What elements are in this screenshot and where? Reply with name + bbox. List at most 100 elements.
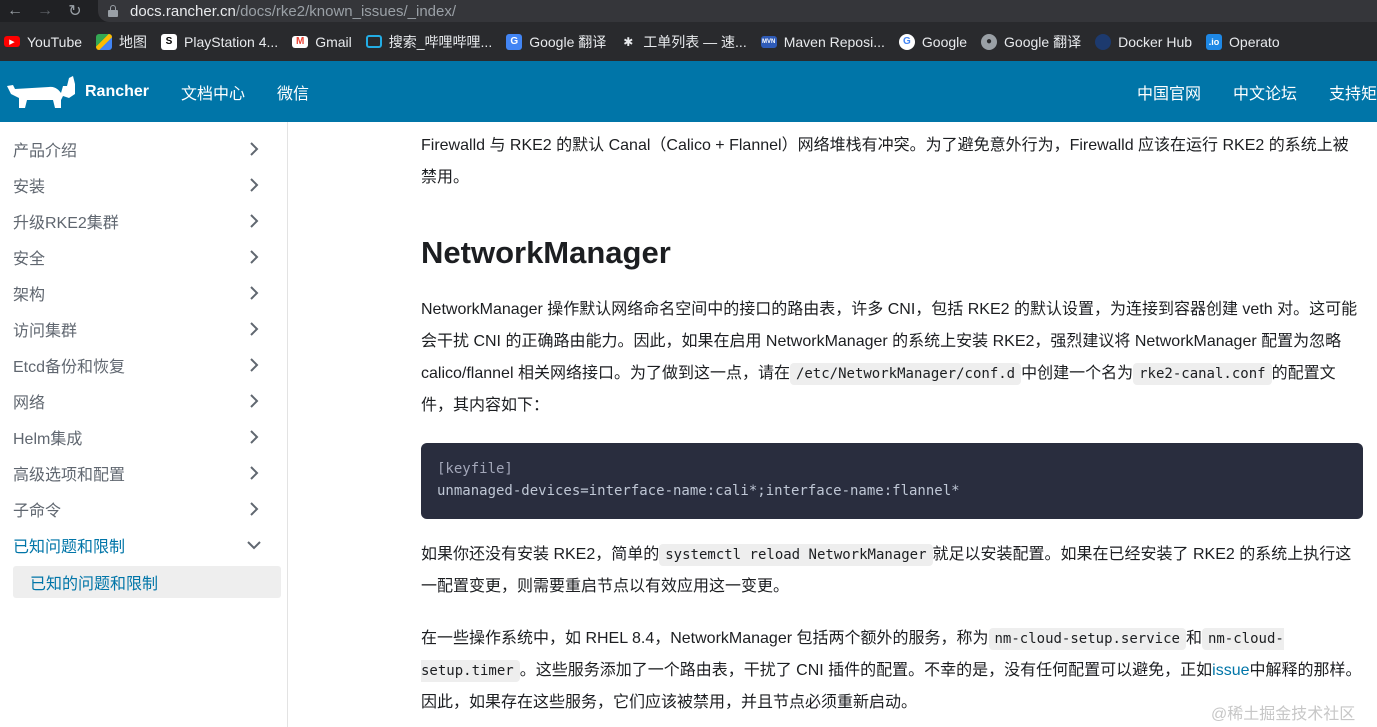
sidebar-item-label: 架构 — [13, 287, 46, 304]
translate-icon: G — [506, 33, 523, 50]
sidebar-item-known-issues[interactable]: 已知问题和限制 — [0, 527, 287, 563]
youtube-icon: ▶ — [4, 36, 20, 47]
bookmark-label: 工单列表 — 速... — [643, 33, 747, 50]
sidebar-subitem-known-issues[interactable]: 已知的问题和限制 — [13, 566, 281, 598]
sidebar-item-architecture[interactable]: 架构 — [0, 275, 287, 311]
code-line: unmanaged-devices=interface-name:cali*;i… — [437, 483, 960, 499]
chevron-right-icon — [250, 466, 259, 480]
rancher-logo-icon[interactable] — [5, 72, 77, 112]
text-span: 如果你还没有安装 RKE2，简单的 — [421, 546, 660, 563]
inline-code-conf-dir: /etc/NetworkManager/conf.d — [789, 363, 1022, 385]
chevron-right-icon — [250, 394, 259, 408]
text-span: 。这些服务添加了一个路由表，干扰了 CNI 插件的配置。不幸的是，没有任何配置可… — [519, 662, 1213, 679]
bookmark-label: 地图 — [119, 33, 148, 50]
chevron-right-icon — [250, 358, 259, 372]
sidebar-item-label: 访问集群 — [13, 323, 78, 340]
bookmark-label: Docker Hub — [1118, 33, 1193, 50]
sidebar-item-label: 安全 — [13, 251, 46, 268]
bookmark-label: PlayStation 4... — [184, 33, 279, 50]
inline-code-reload: systemctl reload NetworkManager — [659, 544, 933, 566]
operatorhub-icon: .io — [1206, 33, 1223, 50]
maven-icon: MVN — [760, 35, 777, 48]
paragraph-firewalld: Firewalld 与 RKE2 的默认 Canal（Calico + Flan… — [421, 137, 1349, 186]
chevron-right-icon — [250, 178, 259, 192]
chevron-right-icon — [250, 286, 259, 300]
sidebar-item-advanced[interactable]: 高级选项和配置 — [0, 455, 287, 491]
paragraph-reload: 如果你还没有安装 RKE2，简单的 systemctl reload Networ… — [421, 539, 1363, 603]
bookmark-bilibili[interactable]: 搜索_哔哩哔哩... — [365, 32, 493, 52]
bookmark-label: YouTube — [27, 33, 83, 50]
sidebar-item-helm[interactable]: Helm集成 — [0, 419, 287, 455]
chevron-right-icon — [250, 322, 259, 336]
sidebar-item-access-cluster[interactable]: 访问集群 — [0, 311, 287, 347]
bookmark-label: 搜索_哔哩哔哩... — [388, 33, 493, 50]
bookmarks-bar: ▶ YouTube 地图 S PlayStation 4... M Gmail … — [0, 22, 1377, 61]
bookmark-playstation[interactable]: S PlayStation 4... — [161, 33, 279, 50]
nav-docs-center[interactable]: 文档中心 — [181, 80, 245, 104]
sidebar-item-label: Helm集成 — [13, 431, 83, 448]
bookmark-label: Maven Reposi... — [783, 33, 885, 50]
gmail-icon: M — [292, 35, 309, 48]
docker-icon — [1095, 33, 1112, 50]
chevron-right-icon — [250, 430, 259, 444]
ticket-icon: ✱ — [623, 34, 634, 49]
playstation-icon: S — [161, 33, 178, 50]
bookmark-google[interactable]: G Google — [898, 33, 967, 50]
bookmark-label: Google 翻译 — [1004, 33, 1082, 50]
chevron-right-icon — [250, 214, 259, 228]
sidebar-item-label: 产品介绍 — [13, 143, 78, 160]
back-arrow-icon[interactable]: ← — [0, 0, 30, 22]
bookmark-operatorhub[interactable]: .io Operato — [1206, 33, 1280, 50]
sidebar-item-install[interactable]: 安装 — [0, 167, 287, 203]
address-bar[interactable]: docs.rancher.cn/docs/rke2/known_issues/_… — [98, 0, 1377, 22]
watermark: @稀土掘金技术社区 — [1211, 706, 1356, 723]
nav-official-site[interactable]: 中国官网 — [1137, 80, 1201, 104]
sidebar-item-network[interactable]: 网络 — [0, 383, 287, 419]
browser-toolbar: ← → ↻ docs.rancher.cn/docs/rke2/known_is… — [0, 0, 1377, 22]
bookmark-youtube[interactable]: ▶ YouTube — [4, 34, 82, 50]
reload-icon[interactable]: ↻ — [60, 0, 90, 22]
sidebar-item-upgrade[interactable]: 升级RKE2集群 — [0, 203, 287, 239]
bookmark-google-translate[interactable]: G Google 翻译 — [506, 32, 606, 52]
bookmark-label: Google 翻译 — [529, 33, 607, 50]
nav-support-matrix[interactable]: 支持矩 — [1329, 80, 1377, 104]
site-header: Rancher 文档中心 微信 中国官网 中文论坛 支持矩 — [0, 61, 1377, 122]
globe-icon: ● — [981, 33, 998, 50]
brand-name[interactable]: Rancher — [85, 83, 149, 101]
code-block-keyfile[interactable]: [keyfile] unmanaged-devices=interface-na… — [421, 443, 1363, 519]
bookmark-maps[interactable]: 地图 — [96, 32, 147, 52]
chevron-right-icon — [250, 142, 259, 156]
issue-link[interactable]: issue — [1212, 662, 1249, 679]
text-span: 和 — [1185, 630, 1202, 647]
sidebar-item-etcd-backup[interactable]: Etcd备份和恢复 — [0, 347, 287, 383]
code-line: [keyfile] — [437, 461, 513, 477]
sidebar-item-label: 高级选项和配置 — [13, 467, 126, 484]
paragraph-networkmanager: NetworkManager 操作默认网络命名空间中的接口的路由表，许多 CNI… — [421, 294, 1363, 422]
sidebar-item-label: 安装 — [13, 179, 46, 196]
bookmark-tickets[interactable]: ✱ 工单列表 — 速... — [620, 32, 746, 52]
nav-forum[interactable]: 中文论坛 — [1233, 80, 1297, 104]
bookmark-maven[interactable]: MVN Maven Reposi... — [760, 33, 885, 50]
lock-icon — [108, 5, 118, 17]
bookmark-docker-hub[interactable]: Docker Hub — [1095, 33, 1193, 50]
nav-wechat[interactable]: 微信 — [277, 80, 309, 104]
chevron-down-icon — [247, 541, 261, 550]
inline-code-conf-file: rke2-canal.conf — [1133, 363, 1272, 385]
sidebar-item-security[interactable]: 安全 — [0, 239, 287, 275]
sidebar-item-label: Etcd备份和恢复 — [13, 359, 126, 376]
maps-icon — [96, 33, 113, 50]
bookmark-gmail[interactable]: M Gmail — [292, 34, 352, 50]
sidebar-item-label: 网络 — [13, 395, 46, 412]
text-span: 在一些操作系统中，如 RHEL 8.4，NetworkManager 包括两个额… — [421, 630, 989, 647]
forward-arrow-icon[interactable]: → — [30, 0, 60, 22]
google-icon: G — [898, 33, 915, 50]
sidebar-item-subcommands[interactable]: 子命令 — [0, 491, 287, 527]
bookmark-google-translate-2[interactable]: ● Google 翻译 — [981, 32, 1081, 52]
sidebar-subitem-label: 已知的问题和限制 — [30, 576, 159, 593]
sidebar-item-intro[interactable]: 产品介绍 — [0, 131, 287, 167]
bookmark-label: Gmail — [315, 33, 352, 50]
url-host: docs.rancher.cn — [130, 2, 236, 20]
sidebar-item-label: 已知问题和限制 — [13, 539, 126, 556]
text-span: 中创建一个名为 — [1021, 365, 1134, 382]
chevron-right-icon — [250, 502, 259, 516]
